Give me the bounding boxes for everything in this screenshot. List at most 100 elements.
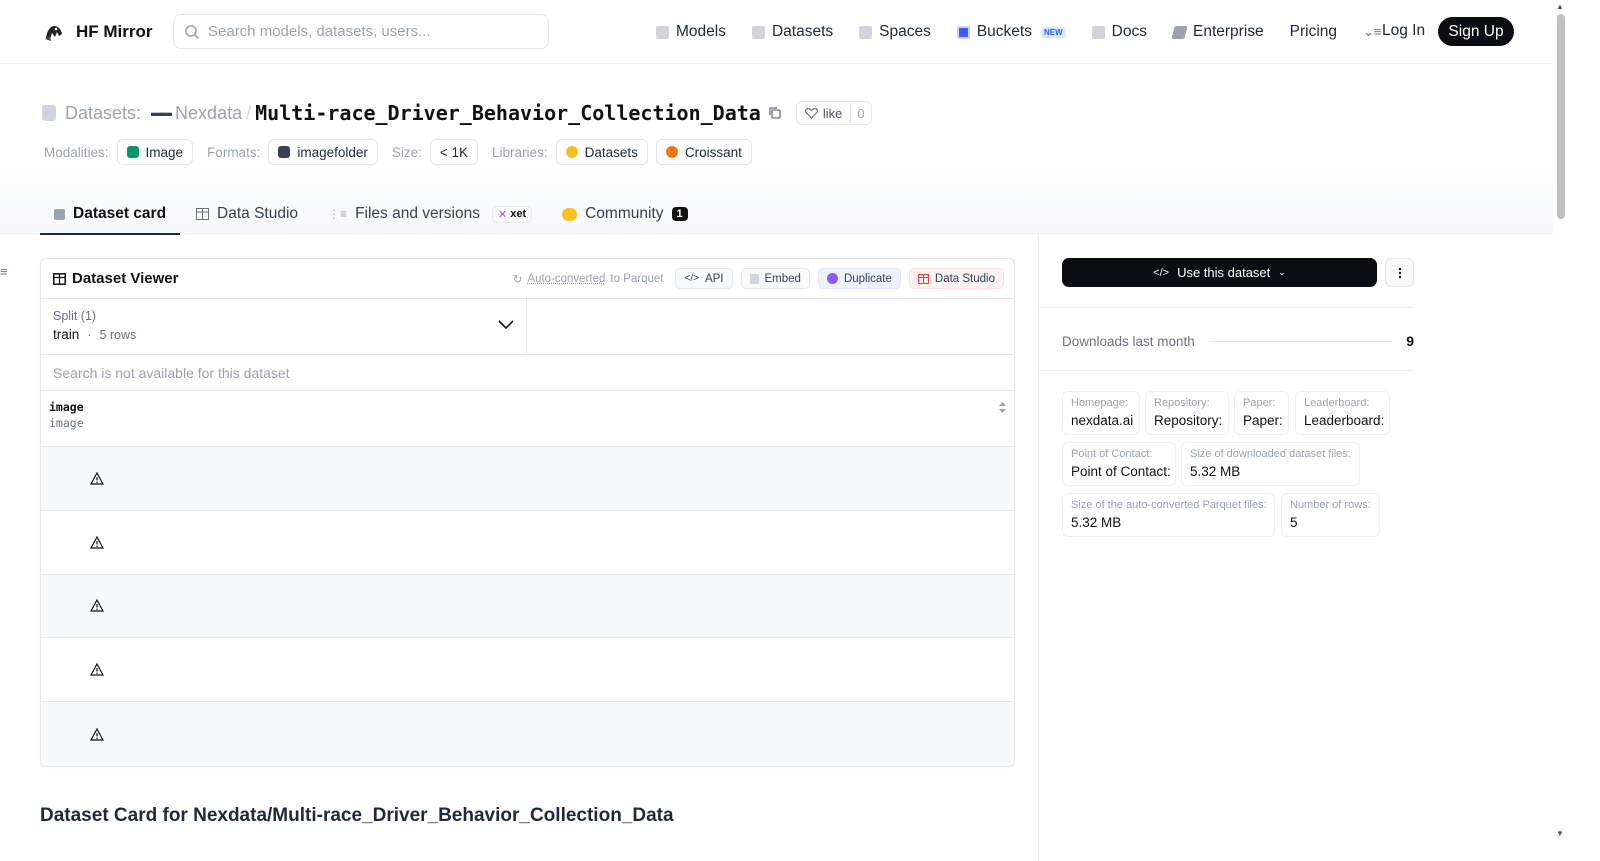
scroll-up-icon[interactable]: ▲ — [1556, 2, 1564, 11]
tag-croissant[interactable]: Croissant — [655, 139, 752, 165]
meta-label: Repository: — [1154, 397, 1210, 409]
code-icon: </> — [684, 273, 699, 284]
meta-paper[interactable]: Paper: Paper: — [1234, 391, 1289, 435]
table-row[interactable] — [41, 638, 1014, 703]
tag-imagefolder[interactable]: imagefolder — [268, 139, 378, 165]
files-icon: ⋮≡ — [328, 207, 348, 221]
nav-label: Datasets — [771, 23, 834, 40]
right-sidebar — [1038, 234, 1568, 861]
bucket-icon — [956, 25, 970, 39]
column-header-image[interactable]: image image — [41, 391, 1014, 447]
data-studio-button[interactable]: Data Studio — [908, 268, 1004, 289]
top-navbar: HF Mirror Models Datasets Spaces Buckets… — [0, 0, 1568, 64]
downloads-sparkline — [1208, 340, 1393, 342]
split-selector[interactable]: Split (1) train · 5 rows — [41, 299, 527, 354]
signup-button[interactable]: Sign Up — [1438, 17, 1514, 46]
org-link[interactable]: Nexdata — [175, 103, 242, 124]
global-search[interactable] — [173, 14, 549, 49]
auto-converted-suffix: to Parquet — [610, 272, 664, 285]
meta-label: Paper: — [1243, 397, 1276, 409]
tab-community[interactable]: Community 1 — [548, 195, 702, 233]
meta-label: Size of the auto-converted Parquet files… — [1071, 499, 1267, 511]
nav-pricing[interactable]: Pricing — [1290, 23, 1337, 41]
nav-enterprise[interactable]: Enterprise — [1171, 23, 1264, 41]
more-options-button[interactable] — [1385, 258, 1414, 287]
repo-name[interactable]: Multi-race_Driver_Behavior_Collection_Da… — [255, 101, 761, 125]
table-row[interactable] — [41, 447, 1014, 511]
page-scrollbar[interactable]: ▲ ▼ — [1553, 0, 1568, 861]
tag-image[interactable]: Image — [116, 139, 194, 165]
tab-dataset-card[interactable]: Dataset card — [40, 195, 181, 235]
nav-label: Models — [676, 23, 726, 40]
repo-title: Datasets: ▬▬ Nexdata / Multi-race_Driver… — [42, 101, 872, 125]
brand-logo[interactable]: HF Mirror — [42, 20, 153, 44]
like-button[interactable]: like 0 — [795, 101, 872, 125]
like-count: 0 — [857, 105, 865, 121]
image-icon — [126, 146, 139, 158]
table-row[interactable] — [41, 511, 1014, 575]
tag-size[interactable]: < 1K — [429, 139, 479, 165]
chevron-down-icon[interactable] — [498, 320, 514, 330]
toc-toggle-icon[interactable]: ≡ — [0, 264, 8, 279]
auto-converted-link[interactable]: Auto-converted — [527, 273, 605, 285]
more-menu-icon[interactable]: ⌄≡ — [1363, 24, 1381, 40]
xet-badge: ✕ xet — [491, 205, 533, 223]
tag-datasets[interactable]: Datasets — [555, 139, 648, 165]
tag-label: Datasets — [584, 144, 638, 160]
tab-files[interactable]: ⋮≡ Files and versions ✕ xet — [314, 195, 546, 233]
search-input[interactable] — [208, 23, 528, 40]
meta-label: Size of downloaded dataset files: — [1190, 448, 1351, 460]
table-row[interactable] — [41, 574, 1014, 639]
nav-spaces[interactable]: Spaces — [859, 23, 931, 41]
chevron-down-icon: ⌄ — [1278, 267, 1286, 277]
duplicate-button[interactable]: Duplicate — [817, 268, 901, 289]
split-name: train — [53, 327, 80, 342]
meta-homepage[interactable]: Homepage: nexdata.ai — [1062, 391, 1140, 435]
copy-icon[interactable] — [768, 106, 782, 120]
meta-point-of-contact[interactable]: Point of Contact: Point of Contact: — [1062, 442, 1176, 486]
brand-name: HF Mirror — [76, 22, 153, 41]
broken-image-icon — [90, 535, 104, 549]
scroll-thumb[interactable] — [1557, 14, 1565, 219]
org-avatar-icon: ▬▬ — [151, 107, 172, 119]
nav-label: Docs — [1111, 23, 1147, 40]
downloads-value: 9 — [1406, 333, 1414, 349]
auto-converted-note[interactable]: ↻ Auto-converted to Parquet — [513, 272, 664, 286]
api-label: API — [704, 272, 724, 285]
cube-icon — [54, 208, 65, 220]
hf-emoji-icon — [565, 146, 578, 158]
dataset-card-heading: Dataset Card for Nexdata/Multi-race_Driv… — [40, 805, 674, 826]
nav-buckets[interactable]: Buckets NEW — [956, 23, 1066, 41]
divider — [1039, 307, 1414, 308]
nav-datasets[interactable]: Datasets — [751, 23, 834, 41]
login-link[interactable]: Log In — [1382, 22, 1425, 40]
meta-value: Point of Contact: — [1071, 464, 1171, 479]
refresh-icon: ↻ — [512, 273, 523, 286]
sort-icon[interactable] — [998, 401, 1007, 414]
use-dataset-button[interactable]: </> Use this dataset ⌄ — [1062, 258, 1377, 287]
meta-leaderboard[interactable]: Leaderboard: Leaderboard: — [1295, 391, 1390, 435]
database-icon — [42, 105, 56, 121]
nav-docs[interactable]: Docs — [1091, 23, 1147, 41]
meta-repository[interactable]: Repository: Repository: — [1145, 391, 1229, 435]
broken-image-icon — [90, 599, 104, 613]
data-studio-label: Data Studio — [934, 272, 995, 285]
code-icon: </> — [1153, 266, 1170, 279]
repo-tags: Modalities: Image Formats: imagefolder S… — [44, 139, 766, 165]
hf-logo-icon — [45, 26, 62, 41]
column-name: image — [49, 400, 84, 414]
embed-button[interactable]: Embed — [740, 268, 810, 289]
dataset-viewer: Dataset Viewer ↻ Auto-converted to Parque… — [40, 258, 1015, 767]
split-row: Split (1) train · 5 rows — [41, 299, 1014, 355]
api-button[interactable]: </> API — [675, 268, 733, 289]
nav-models[interactable]: Models — [656, 23, 726, 41]
tab-data-studio[interactable]: Data Studio — [182, 195, 312, 233]
tab-label: Files and versions — [355, 205, 480, 222]
main-nav: Models Datasets Spaces Buckets NEW Docs E… — [656, 18, 1402, 46]
scroll-down-icon[interactable]: ▼ — [1556, 829, 1564, 838]
table-row[interactable] — [41, 702, 1014, 766]
tag-label: Croissant — [684, 144, 742, 160]
croissant-icon — [665, 146, 678, 158]
formats-label: Formats: — [207, 144, 261, 160]
broken-image-icon — [90, 663, 104, 676]
